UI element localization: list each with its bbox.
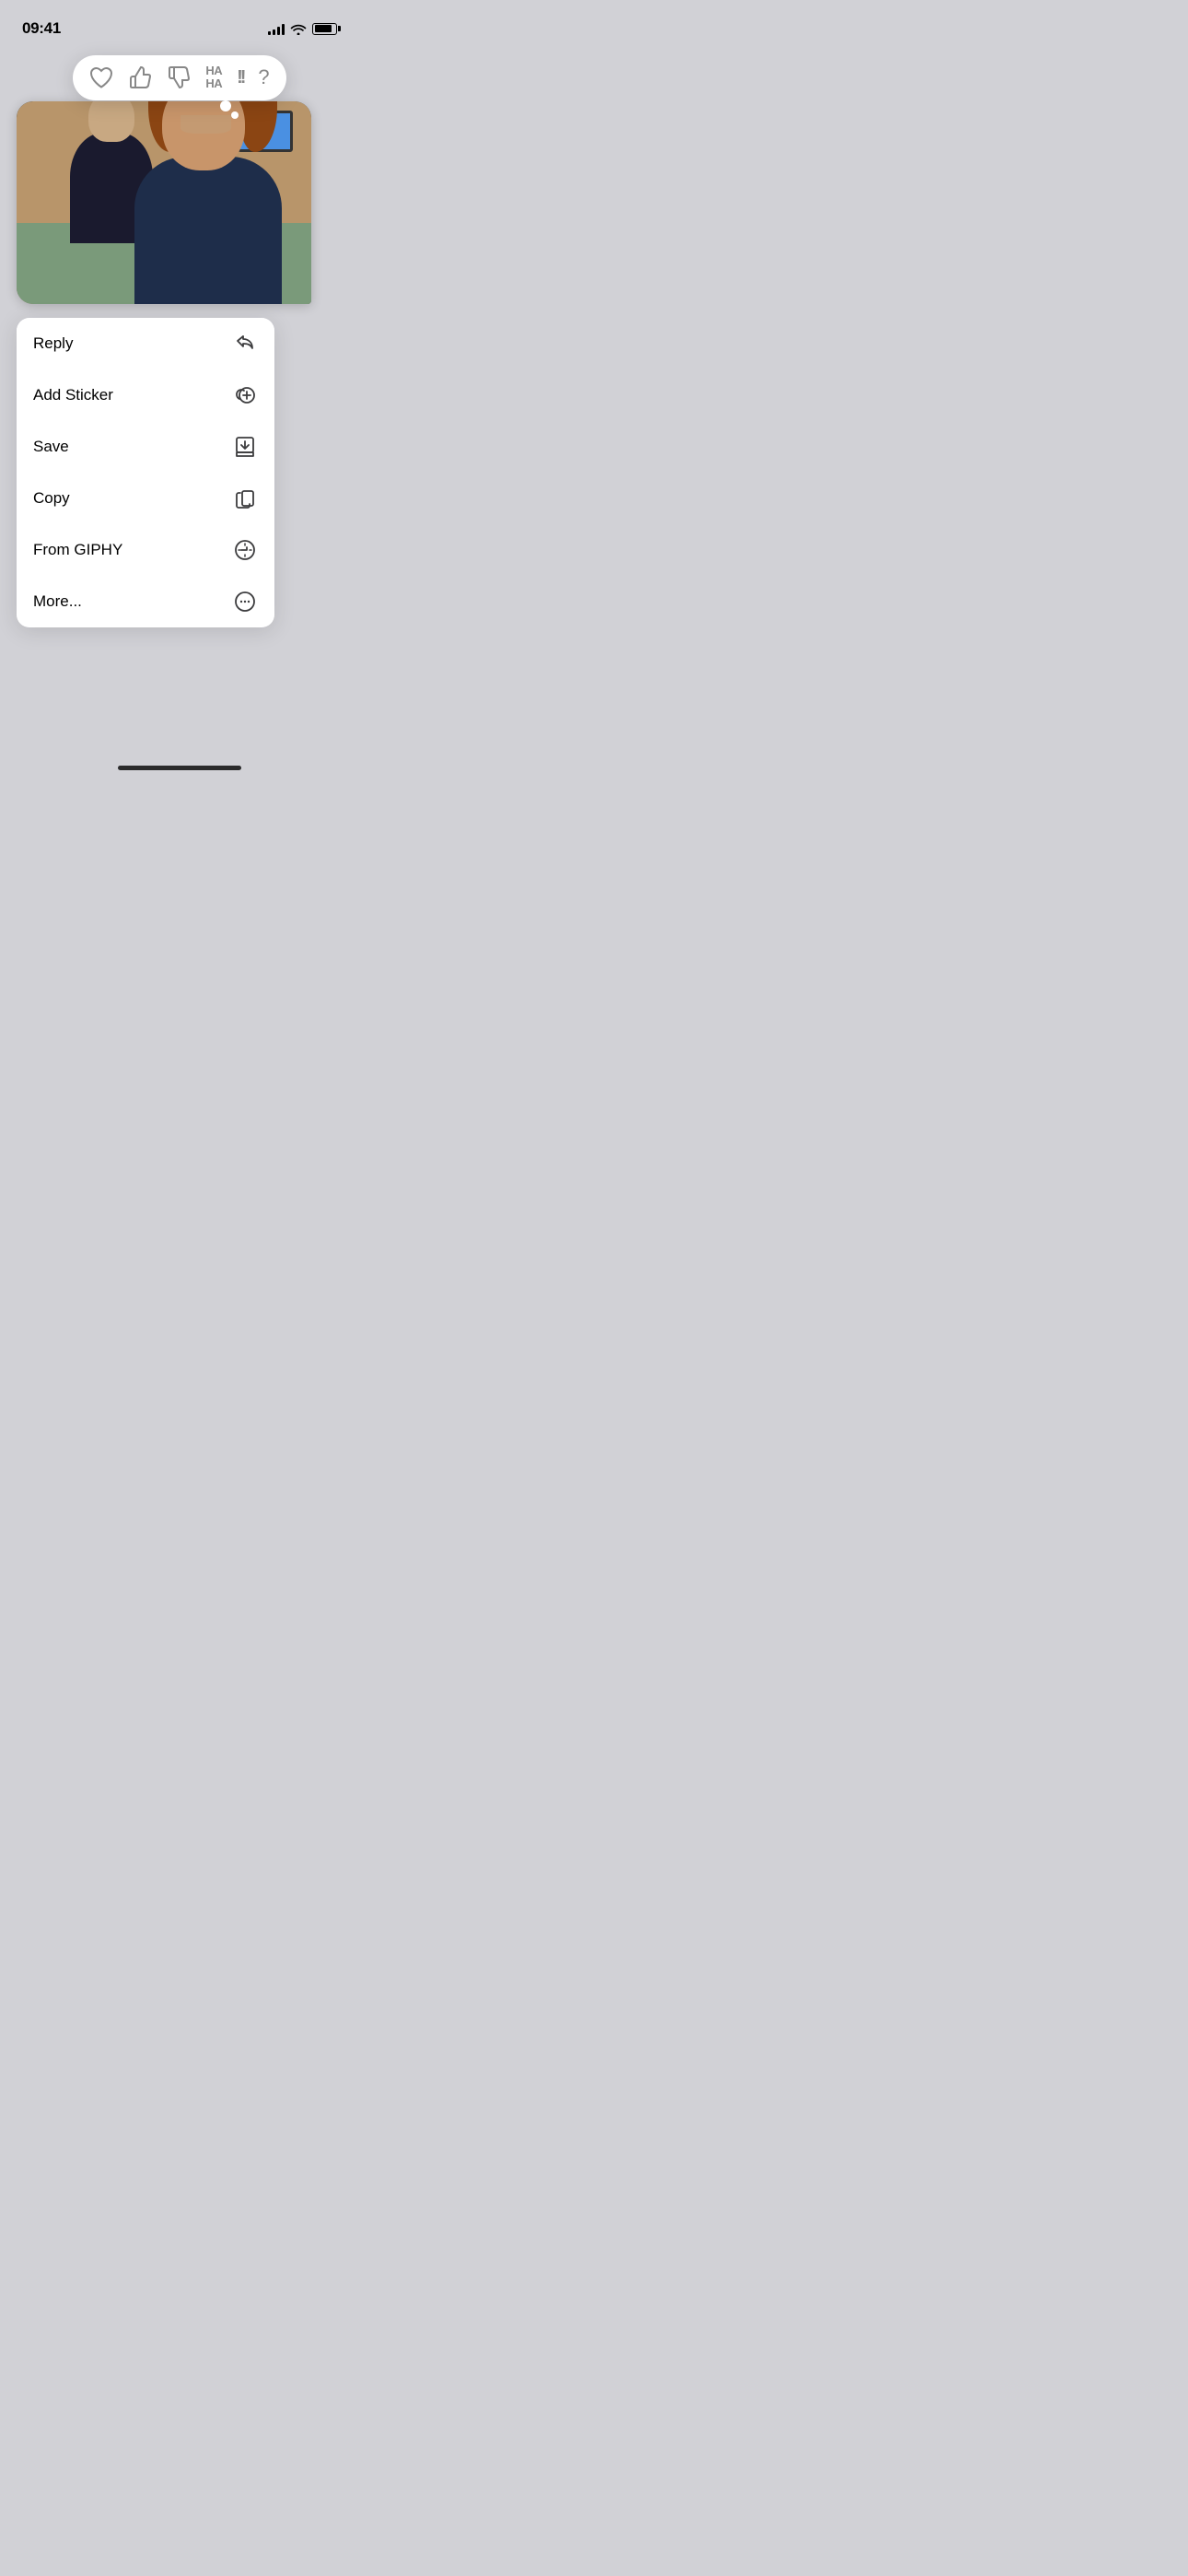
reaction-haha-button[interactable]: HAHA [205,64,222,91]
add-sticker-label: Add Sticker [33,386,113,404]
add-sticker-icon [232,382,258,408]
message-bubble [17,101,311,304]
reaction-thumbsdown-button[interactable] [167,65,191,89]
menu-item-more[interactable]: More... [17,576,274,627]
status-icons [268,22,337,35]
menu-item-save[interactable]: Save [17,421,274,473]
context-menu: Reply Add Sticker Save Copy [17,318,274,627]
status-bar: 09:41 [0,0,359,44]
menu-item-copy[interactable]: Copy [17,473,274,524]
battery-icon [312,23,337,35]
copy-label: Copy [33,489,70,508]
message-image [17,101,311,304]
giphy-icon [232,537,258,563]
save-label: Save [33,438,69,456]
from-giphy-label: From GIPHY [33,541,122,559]
signal-icon [268,22,285,35]
reply-icon [232,331,258,357]
reply-label: Reply [33,334,73,353]
reaction-exclaim-button[interactable]: !! [237,68,243,87]
reaction-heart-button[interactable] [89,66,113,88]
wifi-icon [290,22,307,35]
copy-icon [232,486,258,511]
reaction-container: HAHA !! ? [0,55,359,100]
reaction-pill: HAHA !! ? [73,55,285,100]
status-time: 09:41 [22,19,61,38]
menu-item-reply[interactable]: Reply [17,318,274,369]
reaction-question-button[interactable]: ? [258,67,269,88]
more-label: More... [33,592,82,611]
more-icon [232,589,258,615]
message-area [17,101,343,304]
menu-item-from-giphy[interactable]: From GIPHY [17,524,274,576]
menu-item-add-sticker[interactable]: Add Sticker [17,369,274,421]
save-icon [232,434,258,460]
home-indicator [118,766,241,770]
reaction-thumbsup-button[interactable] [128,65,152,89]
